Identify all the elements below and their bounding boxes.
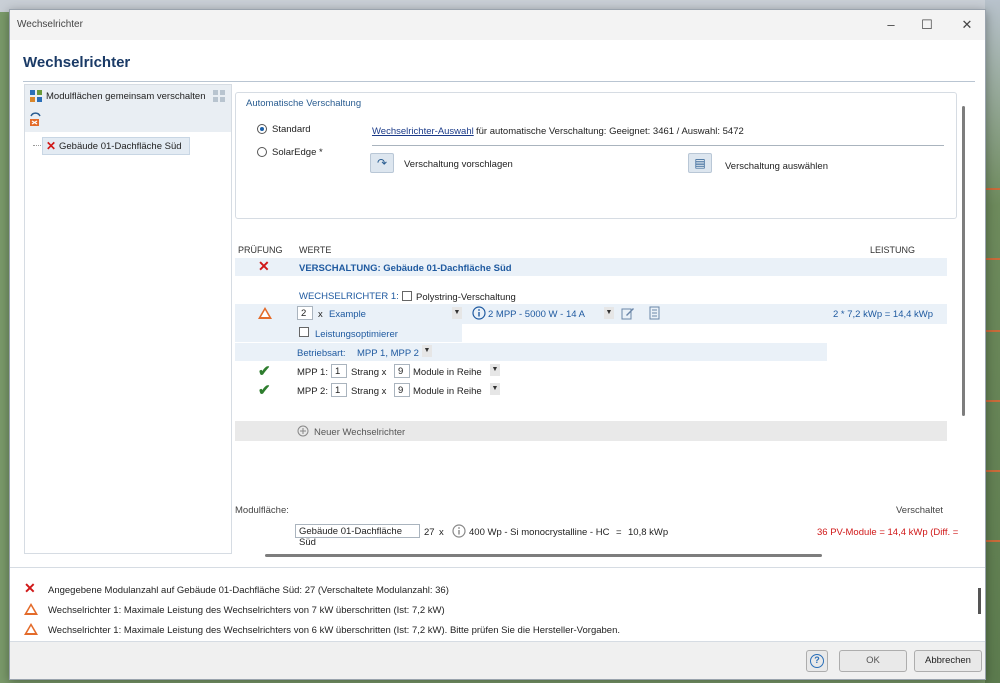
module-area-tree: Modulflächen gemeinsam verschalten ✕ Geb… [24, 84, 232, 554]
mpp1-dropdown[interactable]: ▼ [490, 364, 500, 376]
warning-icon [258, 307, 272, 319]
vertical-scrollbar[interactable] [962, 106, 965, 416]
selection-divider [372, 145, 944, 146]
column-values: WERTE [299, 245, 332, 255]
power-result: 2 * 7,2 kWp = 14,4 kWp [833, 309, 934, 320]
choose-wiring-button[interactable]: ▤ [688, 153, 712, 173]
help-icon: ? [810, 654, 824, 668]
wiring-title: VERSCHALTUNG: Gebäude 01-Dachfläche Süd [299, 263, 512, 274]
polystring-label: Polystring-Verschaltung [416, 292, 516, 303]
module-x: x [439, 527, 444, 538]
check-icon: ✔ [258, 363, 271, 380]
page-title: Wechselrichter [23, 54, 131, 71]
error-icon: ✕ [258, 258, 270, 274]
mode-value[interactable]: MPP 1, MPP 2 [357, 348, 419, 359]
messages-scrollbar[interactable] [978, 588, 981, 614]
mpp1-modules-label: Module in Reihe [413, 367, 482, 378]
mpp-info: 2 MPP - 5000 W - 14 A [488, 309, 585, 320]
column-power: LEISTUNG [870, 245, 916, 255]
mode-label: Betriebsart: [297, 348, 346, 359]
tree-connector [33, 145, 41, 146]
module-equals: = [616, 527, 622, 538]
group-icon [30, 90, 42, 102]
message-item: Wechselrichter 1: Maximale Leistung des … [48, 605, 445, 616]
mpp-dropdown[interactable]: ▼ [604, 307, 614, 319]
tree-item-label: Gebäude 01-Dachfläche Süd [59, 141, 182, 152]
suggest-wiring-label[interactable]: Verschaltung vorschlagen [404, 159, 513, 170]
suggest-wiring-button[interactable]: ↷ [370, 153, 394, 173]
mpp1-strang-label: Strang x [351, 367, 387, 378]
mpp2-modules-input[interactable]: 9 [394, 383, 410, 397]
optimizer-label: Leistungsoptimierer [315, 329, 398, 340]
module-total: 10,8 kWp [628, 527, 669, 538]
datasheet-icon[interactable] [647, 306, 661, 320]
error-icon: ✕ [24, 580, 36, 596]
title-bar: Wechselrichter – ☐ ✕ [10, 10, 985, 40]
edit-icon[interactable] [621, 306, 635, 320]
ok-button[interactable]: OK [839, 650, 907, 672]
tree-header: Modulflächen gemeinsam verschalten [25, 85, 231, 132]
wired-result: 36 PV-Module = 14,4 kWp (Diff. = [817, 527, 959, 538]
model-dropdown[interactable]: ▼ [452, 307, 462, 319]
background-scene [985, 0, 1000, 683]
inverter-selection-link[interactable]: Wechselrichter-Auswahl [372, 126, 474, 137]
tree-item-building-01[interactable]: ✕ Gebäude 01-Dachfläche Süd [42, 137, 190, 155]
dialog-window: Wechselrichter – ☐ ✕ Wechselrichter Modu… [9, 9, 986, 680]
standard-radio[interactable] [257, 124, 267, 134]
inverter-count-input[interactable]: 2 [297, 306, 313, 320]
inverter-label: WECHSELRICHTER 1: [299, 291, 399, 302]
help-button[interactable]: ? [806, 650, 828, 672]
auto-wiring-title: Automatische Verschaltung [246, 98, 362, 109]
mode-dropdown[interactable]: ▼ [422, 345, 432, 357]
solaredge-radio[interactable] [257, 147, 267, 157]
inverter-selection-info: für automatische Verschaltung: Geeignet:… [476, 126, 744, 137]
solaredge-label: SolarEdge * [272, 147, 323, 158]
optimizer-checkbox[interactable] [299, 327, 309, 337]
message-item: Angegebene Modulanzahl auf Gebäude 01-Da… [48, 585, 449, 596]
check-icon: ✔ [258, 382, 271, 399]
mpp2-strings-input[interactable]: 1 [331, 383, 347, 397]
mpp2-dropdown[interactable]: ▼ [490, 383, 500, 395]
cancel-button[interactable]: Abbrechen [914, 650, 982, 672]
wiring-status-icon [30, 112, 41, 126]
new-inverter-row[interactable]: Neuer Wechselrichter [235, 421, 947, 441]
new-inverter-label: Neuer Wechselrichter [314, 427, 406, 438]
mpp1-strings-input[interactable]: 1 [331, 364, 347, 378]
mpp1-modules-input[interactable]: 9 [394, 364, 410, 378]
maximize-icon[interactable]: ☐ [918, 16, 936, 34]
info-icon[interactable] [452, 524, 466, 538]
wired-label: Verschaltet [896, 505, 943, 516]
close-icon[interactable]: ✕ [958, 16, 976, 34]
module-area-label: Modulfläche: [235, 505, 289, 516]
mpp1-label: MPP 1: [297, 367, 328, 378]
mpp2-modules-label: Module in Reihe [413, 386, 482, 397]
count-x: x [318, 309, 323, 320]
mpp2-strang-label: Strang x [351, 386, 387, 397]
warning-icon [24, 603, 38, 615]
dialog-footer: ? OK Abbrechen [10, 641, 985, 679]
standard-label: Standard [272, 124, 311, 135]
warning-icon [24, 623, 38, 635]
mpp2-label: MPP 2: [297, 386, 328, 397]
polystring-checkbox[interactable] [402, 291, 412, 301]
column-check: PRÜFUNG [238, 245, 283, 255]
add-icon [297, 425, 309, 437]
group-label[interactable]: Modulflächen gemeinsam verschalten [46, 91, 205, 102]
error-icon: ✕ [46, 139, 57, 153]
message-list: ✕ Angegebene Modulanzahl auf Gebäude 01-… [10, 567, 985, 641]
module-count: 27 [424, 527, 435, 538]
horizontal-scrollbar[interactable] [265, 554, 822, 557]
auto-wiring-group: Automatische Verschaltung Standard Solar… [235, 92, 957, 219]
window-title: Wechselrichter [17, 19, 83, 30]
inverter-model[interactable]: Example [329, 309, 366, 320]
main-panel: Automatische Verschaltung Standard Solar… [232, 84, 975, 557]
ungroup-icon[interactable] [212, 89, 226, 103]
module-info: 400 Wp - Si monocrystalline - HC [469, 527, 610, 538]
module-area-name[interactable]: Gebäude 01-Dachfläche Süd [295, 524, 420, 548]
message-item: Wechselrichter 1: Maximale Leistung des … [48, 625, 620, 636]
info-icon[interactable] [472, 306, 486, 320]
choose-wiring-label[interactable]: Verschaltung auswählen [725, 161, 828, 172]
minimize-icon[interactable]: – [882, 16, 900, 34]
heading-divider [23, 81, 975, 82]
